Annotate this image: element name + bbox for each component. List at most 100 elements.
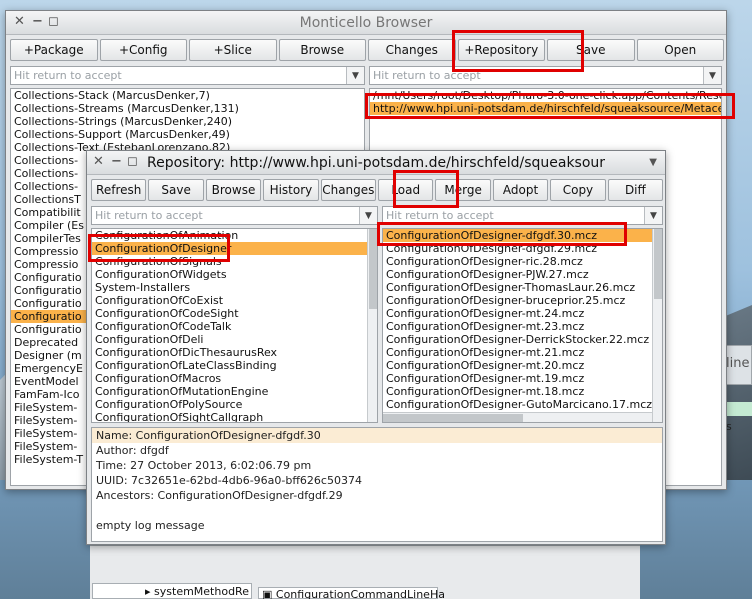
repo-package-list-item[interactable]: ConfigurationOfCodeSight: [92, 307, 377, 320]
open-button[interactable]: Open: [636, 39, 724, 61]
chevron-down-icon[interactable]: ▼: [703, 67, 721, 84]
version-info-panel[interactable]: Name: ConfigurationOfDesigner-dfgdf.30 A…: [91, 427, 663, 542]
version-list-item[interactable]: ConfigurationOfDesigner-GutoMarcicano.17…: [383, 398, 662, 411]
repo-package-list-item[interactable]: ConfigurationOfSightCallgraph: [92, 411, 377, 422]
version-list-item[interactable]: ConfigurationOfDesigner-PJW.27.mcz: [383, 268, 662, 281]
package-filter-input[interactable]: Hit return to accept ▼: [10, 66, 365, 85]
version-horizontal-scrollbar[interactable]: [383, 412, 652, 422]
maximize-icon[interactable]: ◻: [127, 154, 138, 169]
version-rows: ConfigurationOfDesigner-dfgdf.30.mcz Conf…: [383, 229, 662, 411]
version-list-item[interactable]: ConfigurationOfDesigner-mt.20.mcz: [383, 359, 662, 372]
repo-package-list-item[interactable]: ConfigurationOfLateClassBinding: [92, 359, 377, 372]
refresh-button[interactable]: Refresh: [91, 179, 147, 201]
browser-toolbar: +Package +Config +Slice Browse Changes +…: [10, 39, 724, 61]
chevron-down-icon[interactable]: ▼: [359, 207, 377, 224]
browse-button[interactable]: Browse: [205, 179, 262, 201]
version-list-item[interactable]: ConfigurationOfDesigner-DerrickStocker.2…: [383, 333, 662, 346]
save-button[interactable]: Save: [148, 179, 204, 201]
repo-package-list-item[interactable]: ConfigurationOfWidgets: [92, 268, 377, 281]
chevron-down-icon[interactable]: ▼: [644, 207, 662, 224]
window-menu-icon[interactable]: ▼: [649, 157, 657, 168]
repo-package-list-item[interactable]: ConfigurationOfMacros: [92, 372, 377, 385]
chevron-down-icon[interactable]: ▼: [346, 67, 364, 84]
close-icon[interactable]: ✕: [93, 154, 104, 169]
repository-rows: /mnt/Users/root/Desktop/Pharo-3.0-one-cl…: [370, 89, 721, 115]
load-button[interactable]: Load: [378, 179, 434, 201]
repository-toolbar: Refresh Save Browse History Changes Load…: [91, 179, 664, 201]
version-filter-placeholder: Hit return to accept: [386, 209, 494, 222]
version-list-item[interactable]: ConfigurationOfDesigner-mt.23.mcz: [383, 320, 662, 333]
version-list[interactable]: ConfigurationOfDesigner-dfgdf.30.mcz Conf…: [382, 228, 663, 423]
background-window-label: line: [726, 356, 750, 371]
package-list-item[interactable]: Collections-Stack (MarcusDenker,7): [11, 89, 364, 102]
history-button[interactable]: History: [263, 179, 319, 201]
add-repository-button[interactable]: +Repository: [457, 39, 545, 61]
background-list-item-label: ▸ systemMethodRe: [145, 585, 249, 598]
version-list-item[interactable]: ConfigurationOfDesigner-mt.18.mcz: [383, 385, 662, 398]
version-list-item[interactable]: ConfigurationOfDesigner-dfgdf.30.mcz: [383, 229, 662, 242]
version-list-item[interactable]: ConfigurationOfDesigner-ThomasLaur.26.mc…: [383, 281, 662, 294]
repo-package-list-item[interactable]: System-Installers: [92, 281, 377, 294]
version-ancestors: Ancestors: ConfigurationOfDesigner-dfgdf…: [96, 489, 343, 502]
package-list-item[interactable]: Collections-Streams (MarcusDenker,131): [11, 102, 364, 115]
version-uuid: UUID: 7c32651e-62bd-4db6-96a0-bff626c503…: [96, 474, 362, 487]
version-author: Author: dfgdf: [96, 444, 169, 457]
repository-window: ✕ − ◻ Repository: http://www.hpi.uni-pot…: [86, 150, 666, 545]
save-button[interactable]: Save: [547, 39, 635, 61]
repo-package-filter-input[interactable]: Hit return to accept ▼: [91, 206, 378, 225]
background-item2-text: ConfigurationCommandLineHa: [275, 588, 445, 599]
repo-package-list-item[interactable]: ConfigurationOfCoExist: [92, 294, 377, 307]
changes-button[interactable]: Changes: [368, 39, 456, 61]
version-list-item[interactable]: ConfigurationOfDesigner-mt.19.mcz: [383, 372, 662, 385]
repo-package-list-item[interactable]: ConfigurationOfCodeTalk: [92, 320, 377, 333]
package-list-item[interactable]: Collections-Support (MarcusDenker,49): [11, 128, 364, 141]
repository-filter-placeholder: Hit return to accept: [373, 69, 481, 82]
browser-title: Monticello Browser: [299, 15, 433, 31]
version-list-item[interactable]: ConfigurationOfDesigner-ric.28.mcz: [383, 255, 662, 268]
add-package-button[interactable]: +Package: [10, 39, 98, 61]
version-name: Name: ConfigurationOfDesigner-dfgdf.30: [92, 428, 662, 443]
merge-button[interactable]: Merge: [435, 179, 491, 201]
scrollbar-thumb[interactable]: [369, 229, 377, 309]
add-slice-button[interactable]: +Slice: [189, 39, 277, 61]
version-list-item[interactable]: ConfigurationOfDesigner-mt.24.mcz: [383, 307, 662, 320]
background-window-strip: [724, 402, 752, 416]
changes-button[interactable]: Changes: [320, 179, 377, 201]
diff-button[interactable]: Diff: [607, 179, 664, 201]
repo-package-list[interactable]: ConfigurationOfAnimation ConfigurationOfD…: [91, 228, 378, 423]
copy-button[interactable]: Copy: [550, 179, 606, 201]
package-list-item[interactable]: Collections-Strings (MarcusDenker,240): [11, 115, 364, 128]
repository-filter-input[interactable]: Hit return to accept ▼: [369, 66, 722, 85]
background-item1-text: systemMethodRe: [154, 585, 249, 598]
repo-package-list-item[interactable]: ConfigurationOfMutationEngine: [92, 385, 377, 398]
repo-package-filter-placeholder: Hit return to accept: [95, 209, 203, 222]
repo-package-scrollbar[interactable]: [367, 229, 377, 422]
repo-package-list-item[interactable]: ConfigurationOfSignals: [92, 255, 377, 268]
browser-titlebar[interactable]: ✕ − ◻ Monticello Browser: [6, 11, 726, 35]
repo-package-list-item[interactable]: ConfigurationOfAnimation: [92, 229, 377, 242]
repo-package-list-item[interactable]: ConfigurationOfDicThesaurusRex: [92, 346, 377, 359]
repository-list-item[interactable]: /mnt/Users/root/Desktop/Pharo-3.0-one-cl…: [370, 89, 721, 102]
scrollbar-thumb[interactable]: [383, 414, 523, 422]
scrollbar-thumb[interactable]: [654, 229, 662, 299]
version-filter-input[interactable]: Hit return to accept ▼: [382, 206, 663, 225]
repository-titlebar[interactable]: ✕ − ◻ Repository: http://www.hpi.uni-pot…: [87, 151, 665, 175]
version-list-item[interactable]: ConfigurationOfDesigner-dfgdf.29.mcz: [383, 242, 662, 255]
repo-package-list-item[interactable]: ConfigurationOfDesigner: [92, 242, 377, 255]
repository-list-item[interactable]: http://www.hpi.uni-potsdam.de/hirschfeld…: [370, 102, 721, 115]
version-info-spacer: [92, 503, 662, 518]
version-log-message: empty log message: [96, 519, 205, 532]
version-list-item[interactable]: ConfigurationOfDesigner-mt.21.mcz: [383, 346, 662, 359]
repo-package-list-item[interactable]: ConfigurationOfDeli: [92, 333, 377, 346]
version-vertical-scrollbar[interactable]: [652, 229, 662, 422]
version-list-item[interactable]: ConfigurationOfDesigner-bruceprior.25.mc…: [383, 294, 662, 307]
adopt-button[interactable]: Adopt: [492, 179, 549, 201]
repository-title: Repository: http://www.hpi.uni-potsdam.d…: [147, 155, 606, 171]
background-list-item2-label: ▣ ConfigurationCommandLineHa: [262, 588, 445, 599]
package-filter-placeholder: Hit return to accept: [14, 69, 122, 82]
repo-package-rows: ConfigurationOfAnimation ConfigurationOfD…: [92, 229, 377, 422]
repo-package-list-item[interactable]: ConfigurationOfPolySource: [92, 398, 377, 411]
minimize-icon[interactable]: −: [111, 154, 122, 169]
browse-button[interactable]: Browse: [278, 39, 366, 61]
add-config-button[interactable]: +Config: [99, 39, 187, 61]
